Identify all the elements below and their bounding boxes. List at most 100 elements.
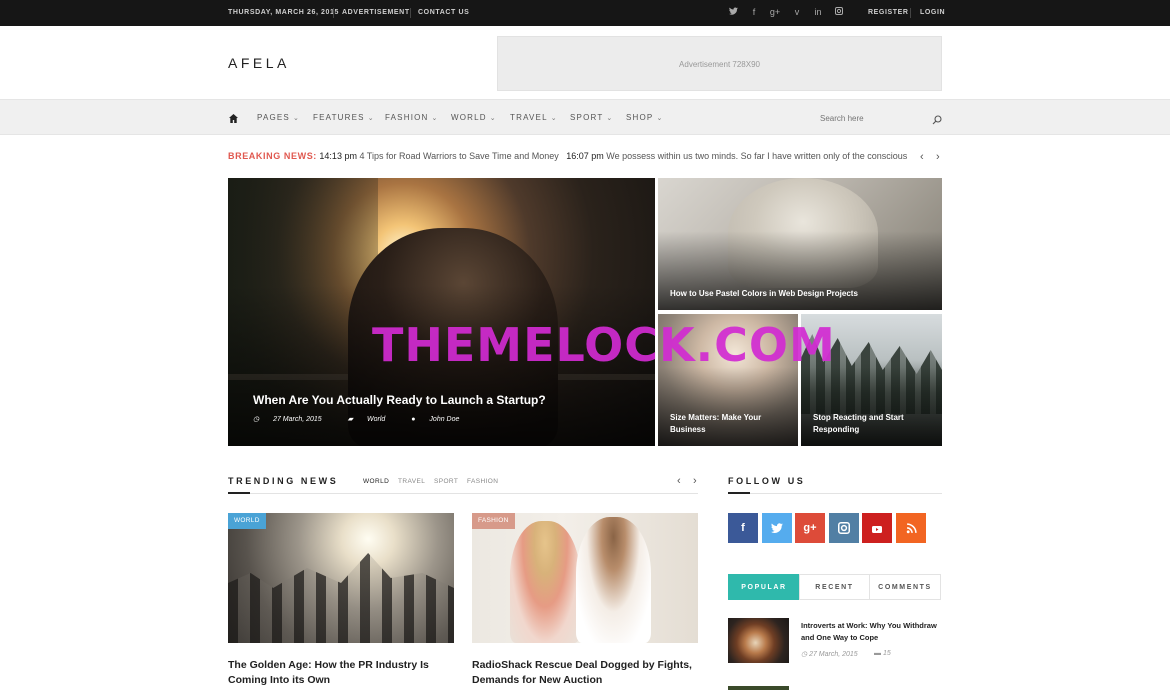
post-title[interactable]: How to Use Pastel Colors in Web Design P… <box>670 288 858 300</box>
twitter-icon[interactable] <box>727 7 739 17</box>
nav-item-label: SPORT <box>570 113 604 122</box>
post-image <box>228 553 454 643</box>
tab-recent[interactable]: RECENT <box>799 574 870 600</box>
nav-item-fashion[interactable]: FASHION ⌄ <box>385 113 439 122</box>
register-link[interactable]: REGISTER <box>868 9 909 16</box>
ticker-headline[interactable]: We possess within us two minds. So far I… <box>606 151 907 161</box>
site-logo[interactable]: AFELA <box>228 55 290 71</box>
tab-world[interactable]: WORLD <box>363 478 389 485</box>
user-icon: ● <box>411 416 418 423</box>
nav-item-world[interactable]: WORLD ⌄ <box>451 113 497 122</box>
instagram-icon[interactable] <box>829 513 859 543</box>
post-title[interactable]: Size Matters: Make Your Business <box>670 412 788 435</box>
popular-post-thumbnail[interactable] <box>728 686 789 690</box>
chevron-down-icon: ⌄ <box>367 115 375 122</box>
divider <box>728 492 750 494</box>
popular-post-thumbnail[interactable] <box>728 618 789 663</box>
chevron-down-icon: ⌄ <box>292 115 301 122</box>
nav-item-pages[interactable]: PAGES ⌄ <box>257 113 300 122</box>
popular-post-date-text: 27 March, 2015 <box>809 651 858 658</box>
google-plus-icon[interactable]: g+ <box>769 7 781 17</box>
divider <box>728 493 942 494</box>
youtube-icon[interactable] <box>862 513 892 543</box>
chevron-down-icon: ⌄ <box>431 115 439 122</box>
post-meta: ◷ 27 March, 2015 ▰ World ● John Doe <box>253 415 483 423</box>
clock-icon: ◷ <box>801 651 810 658</box>
ad-banner-text: Advertisement 728X90 <box>679 60 760 69</box>
follow-us-title: FOLLOW US <box>728 476 806 486</box>
chevron-down-icon: ⌄ <box>606 115 614 122</box>
google-plus-icon[interactable]: g+ <box>795 513 825 543</box>
divider <box>228 492 250 494</box>
divider <box>333 8 334 18</box>
nav-item-travel[interactable]: TRAVEL ⌄ <box>510 113 558 122</box>
prev-arrow-icon[interactable]: ‹ <box>677 475 681 487</box>
post-image <box>576 517 651 643</box>
popular-post-comments[interactable]: ▬ 15 <box>874 650 891 657</box>
nav-item-label: WORLD <box>451 113 487 122</box>
folder-icon: ▰ <box>347 416 355 423</box>
post-title[interactable]: When Are You Actually Ready to Launch a … <box>253 392 546 409</box>
top-bar: THURSDAY, MARCH 26, 2015 ADVERTISEMENT C… <box>0 0 1170 26</box>
tab-fashion[interactable]: FASHION <box>467 478 498 485</box>
search-icon[interactable] <box>932 112 942 125</box>
post-author[interactable]: ● John Doe <box>411 416 471 423</box>
ticker-time: 14:13 pm <box>319 151 357 161</box>
ad-banner[interactable]: Advertisement 728X90 <box>497 36 942 91</box>
post-image <box>510 521 580 643</box>
divider <box>228 493 698 494</box>
watermark: THEMELOCK.COM <box>372 318 836 372</box>
popular-post-title[interactable]: Introverts at Work: Why You Withdraw and… <box>801 620 943 644</box>
top-link-advertisement[interactable]: ADVERTISEMENT <box>342 9 410 16</box>
rss-icon[interactable] <box>896 513 926 543</box>
next-arrow-icon[interactable]: › <box>693 475 697 487</box>
nav-item-features[interactable]: FEATURES ⌄ <box>313 113 375 122</box>
chevron-down-icon: ⌄ <box>550 115 558 122</box>
trending-card-image[interactable]: FASHION <box>472 513 698 643</box>
login-link[interactable]: LOGIN <box>920 9 945 16</box>
tab-popular[interactable]: POPULAR <box>728 574 800 600</box>
tab-comments[interactable]: COMMENTS <box>869 574 941 600</box>
hero-main-post[interactable]: When Are You Actually Ready to Launch a … <box>228 178 655 446</box>
tab-travel[interactable]: TRAVEL <box>398 478 425 485</box>
breaking-news-ticker: BREAKING NEWS: 14:13 pm 4 Tips for Road … <box>228 151 908 163</box>
post-category[interactable]: ▰ World <box>348 416 398 423</box>
twitter-icon[interactable] <box>762 513 792 543</box>
ticker-headline[interactable]: 4 Tips for Road Warriors to Save Time an… <box>359 151 558 161</box>
divider <box>910 8 911 18</box>
trending-card-image[interactable]: WORLD <box>228 513 454 643</box>
popular-post-date: ◷ 27 March, 2015 <box>801 650 858 658</box>
popular-post-comment-count: 15 <box>882 650 891 657</box>
post-author-text: John Doe <box>429 416 460 423</box>
top-link-contact[interactable]: CONTACT US <box>418 9 469 16</box>
nav-item-shop[interactable]: SHOP ⌄ <box>626 113 664 122</box>
search-input[interactable] <box>820 109 930 127</box>
ticker-next-icon[interactable]: › <box>936 151 940 163</box>
clock-icon: ◷ <box>253 416 262 423</box>
category-badge[interactable]: WORLD <box>228 513 266 529</box>
post-date: ◷ 27 March, 2015 <box>253 416 334 423</box>
divider <box>410 8 411 18</box>
trending-card-title[interactable]: RadioShack Rescue Deal Dogged by Fights,… <box>472 658 698 688</box>
nav-item-sport[interactable]: SPORT ⌄ <box>570 113 614 122</box>
comment-icon: ▬ <box>874 650 883 657</box>
ticker-prev-icon[interactable]: ‹ <box>920 151 924 163</box>
chevron-down-icon: ⌄ <box>489 115 497 122</box>
ticker-time: 16:07 pm <box>566 151 604 161</box>
instagram-icon[interactable] <box>833 7 845 17</box>
category-badge[interactable]: FASHION <box>472 513 515 529</box>
vimeo-icon[interactable]: v <box>791 7 803 17</box>
nav-item-label: FASHION <box>385 113 429 122</box>
nav-item-label: SHOP <box>626 113 654 122</box>
facebook-icon[interactable]: f <box>748 7 760 17</box>
linkedin-icon[interactable]: in <box>812 7 824 17</box>
post-title[interactable]: Stop Reacting and Start Responding <box>813 412 933 435</box>
home-icon[interactable] <box>228 111 240 123</box>
facebook-icon[interactable]: f <box>728 513 758 543</box>
breaking-news-label: BREAKING NEWS: <box>228 151 317 161</box>
nav-item-label: TRAVEL <box>510 113 548 122</box>
hero-post-top-right[interactable]: How to Use Pastel Colors in Web Design P… <box>658 178 942 310</box>
main-nav: PAGES ⌄ FEATURES ⌄ FASHION ⌄ WORLD ⌄ TRAVEL ⌄… <box>0 99 1170 135</box>
trending-card-title[interactable]: The Golden Age: How the PR Industry Is C… <box>228 658 448 688</box>
tab-sport[interactable]: SPORT <box>434 478 458 485</box>
